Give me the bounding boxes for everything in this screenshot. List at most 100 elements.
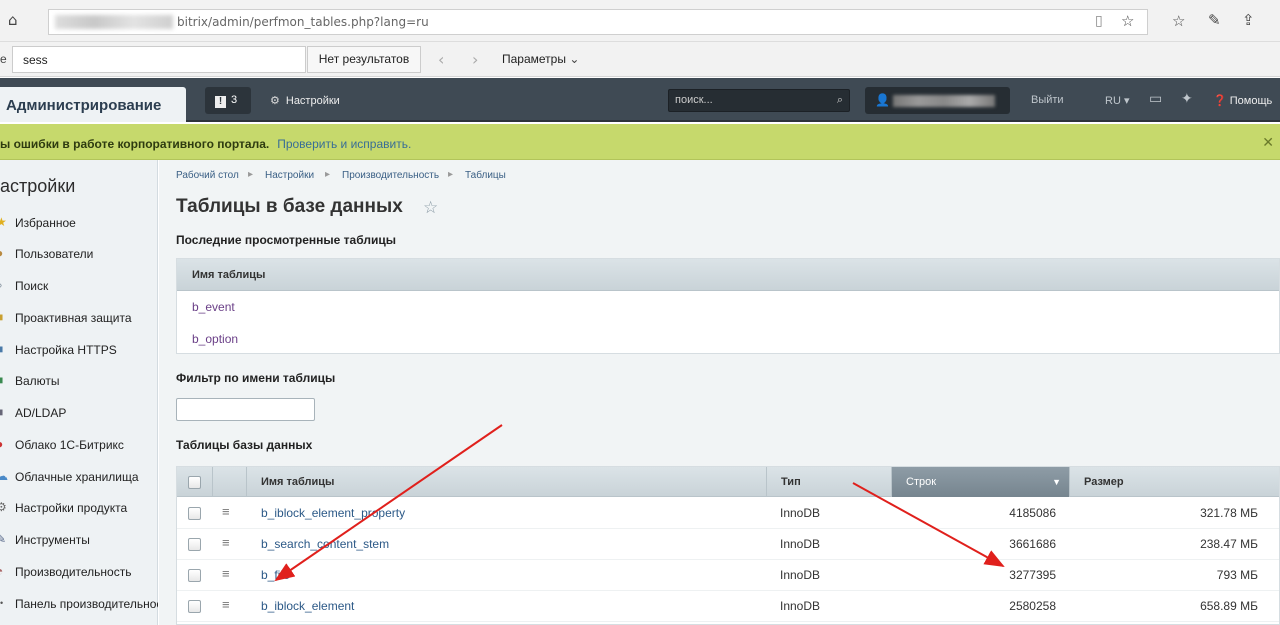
- column-header-size[interactable]: Размер: [1070, 467, 1280, 497]
- recent-tables: Имя таблицы b_event b_option: [176, 258, 1280, 354]
- search-icon: ⌕: [836, 93, 843, 106]
- table-link[interactable]: b_iblock_element: [261, 599, 354, 613]
- breadcrumb-item-desktop[interactable]: Рабочий стол: [176, 170, 239, 181]
- user-button[interactable]: 👤: [865, 87, 1010, 114]
- find-params-button[interactable]: Параметры ⌄: [502, 52, 579, 66]
- filter-label: Фильтр по имени таблицы: [176, 371, 336, 385]
- sidebar-item-performance[interactable]: ◔Производительность: [0, 564, 158, 584]
- find-prev-icon[interactable]: ‹: [438, 50, 444, 69]
- warning-bar: ы ошибки в работе корпоративного портала…: [0, 124, 1280, 160]
- reading-view-icon[interactable]: ▯: [1095, 13, 1103, 29]
- sidebar: астройки ★Избранное ●Пользователи ⌕Поиск…: [0, 160, 158, 625]
- recent-table-header: Имя таблицы: [177, 259, 1279, 291]
- currency-icon: ■: [0, 373, 8, 387]
- recent-link-b-event[interactable]: b_event: [192, 300, 235, 314]
- share-icon[interactable]: ⇪: [1242, 11, 1255, 29]
- breadcrumb-item-settings[interactable]: Настройки: [265, 170, 314, 181]
- row-checkbox[interactable]: [188, 507, 201, 520]
- table-row: ≡ b_file InnoDB 3277395 793 МБ: [177, 560, 1279, 591]
- https-icon: ■: [0, 342, 8, 356]
- pin-icon[interactable]: ✦: [1181, 91, 1193, 107]
- sidebar-item-security[interactable]: ■Проактивная защита: [0, 310, 158, 330]
- warning-fix-link[interactable]: Проверить и исправить.: [277, 137, 411, 151]
- table-row: ≡ b_iblock_element InnoDB 2580258 658.89…: [177, 591, 1279, 622]
- notifications-button[interactable]: ! 3: [205, 87, 251, 114]
- favorites-list-icon[interactable]: ☆: [1172, 12, 1185, 30]
- admin-tab[interactable]: Администрирование: [0, 87, 186, 122]
- column-name-header: Имя таблицы: [192, 269, 266, 281]
- table-row: ≡ b_search_content_stem InnoDB 3661686 2…: [177, 529, 1279, 560]
- language-switch[interactable]: RU ▾: [1105, 94, 1129, 107]
- sidebar-item-favorites[interactable]: ★ Избранное: [0, 215, 158, 235]
- table-link[interactable]: b_iblock_element_property: [261, 506, 405, 520]
- find-input[interactable]: sess: [12, 46, 306, 73]
- table-rows: 4185086: [1009, 506, 1056, 520]
- gear-icon: ⚙: [0, 500, 7, 514]
- browser-toolbar: ⌂ bitrix/admin/perfmon_tables.php?lang=r…: [0, 0, 1280, 42]
- table-type: InnoDB: [780, 599, 821, 613]
- recent-link-b-option[interactable]: b_option: [192, 332, 238, 346]
- sidebar-item-users[interactable]: ●Пользователи: [0, 246, 158, 266]
- favorite-star-icon[interactable]: ☆: [1121, 12, 1134, 30]
- close-icon[interactable]: ✕: [1262, 135, 1274, 151]
- notification-count: 3: [231, 94, 238, 106]
- table-size: 238.47 МБ: [1200, 537, 1258, 551]
- sidebar-item-cloud[interactable]: ●Облако 1С-Битрикс: [0, 437, 158, 457]
- find-next-icon[interactable]: ›: [472, 50, 478, 69]
- column-header-rows[interactable]: Строк ▼: [892, 467, 1070, 497]
- row-checkbox[interactable]: [188, 600, 201, 613]
- chevron-down-icon: ⌄: [569, 52, 580, 66]
- sidebar-item-currency[interactable]: ■Валюты: [0, 373, 158, 393]
- favorite-star-icon[interactable]: ☆: [423, 198, 438, 218]
- table-link[interactable]: b_file: [261, 568, 290, 582]
- breadcrumb-sep: ▸: [448, 169, 454, 180]
- table-size: 658.89 МБ: [1200, 599, 1258, 613]
- table-link[interactable]: b_search_content_stem: [261, 537, 389, 551]
- table-rows: 3661686: [1009, 537, 1056, 551]
- settings-button[interactable]: ⚙ Настройки: [270, 94, 340, 107]
- search-icon: ⌕: [0, 278, 8, 292]
- star-icon: ★: [0, 215, 7, 229]
- logout-link[interactable]: Выйти: [1031, 94, 1064, 106]
- sidebar-item-ldap[interactable]: ■AD/LDAP: [0, 405, 158, 425]
- address-bar[interactable]: bitrix/admin/perfmon_tables.php?lang=ru …: [48, 9, 1148, 35]
- sidebar-item-https[interactable]: ■Настройка HTTPS: [0, 342, 158, 362]
- admin-search-input[interactable]: поиск... ⌕: [668, 89, 850, 112]
- breadcrumb-item-tables[interactable]: Таблицы: [465, 170, 506, 181]
- column-header-type[interactable]: Тип: [767, 467, 892, 497]
- recent-heading: Последние просмотренные таблицы: [176, 233, 396, 247]
- sidebar-item-performance-panel[interactable]: •Панель производительности: [0, 596, 158, 616]
- user-icon: ●: [0, 246, 8, 260]
- cloud-storage-icon: ☁: [0, 469, 8, 483]
- main-content: Рабочий стол ▸ Настройки ▸ Производитель…: [159, 160, 1280, 625]
- row-menu-icon[interactable]: ≡: [222, 566, 230, 581]
- redacted-domain: [55, 15, 173, 29]
- sidebar-item-cloud-storage[interactable]: ☁ Облачные хранилища: [0, 469, 158, 489]
- dot-icon: •: [0, 598, 4, 608]
- header-actions-cell: [213, 467, 247, 497]
- hotkeys-icon[interactable]: ▭: [1149, 91, 1162, 107]
- breadcrumb-item-performance[interactable]: Производительность: [342, 170, 439, 181]
- row-checkbox[interactable]: [188, 538, 201, 551]
- help-button[interactable]: ❓ Помощь: [1213, 94, 1272, 107]
- row-menu-icon[interactable]: ≡: [222, 535, 230, 550]
- table-type: InnoDB: [780, 568, 821, 582]
- table-type: InnoDB: [780, 506, 821, 520]
- lock-icon: ■: [0, 310, 8, 324]
- sidebar-item-product-settings[interactable]: ⚙ Настройки продукта: [0, 500, 158, 520]
- tools-icon: ✎: [0, 532, 7, 546]
- row-checkbox[interactable]: [188, 569, 201, 582]
- column-header-name[interactable]: Имя таблицы: [247, 467, 767, 497]
- filter-input[interactable]: [176, 398, 315, 421]
- cloud-icon: ●: [0, 437, 8, 451]
- home-icon[interactable]: ⌂: [8, 11, 18, 29]
- table-rows: 3277395: [1009, 568, 1056, 582]
- sidebar-item-tools[interactable]: ✎ Инструменты: [0, 532, 158, 552]
- find-label-edge: е: [0, 52, 7, 66]
- select-all-checkbox[interactable]: [188, 476, 201, 489]
- row-menu-icon[interactable]: ≡: [222, 504, 230, 519]
- sidebar-item-search[interactable]: ⌕Поиск: [0, 278, 158, 298]
- pen-icon[interactable]: ✎: [1208, 11, 1221, 29]
- user-icon: 👤: [875, 93, 890, 107]
- row-menu-icon[interactable]: ≡: [222, 597, 230, 612]
